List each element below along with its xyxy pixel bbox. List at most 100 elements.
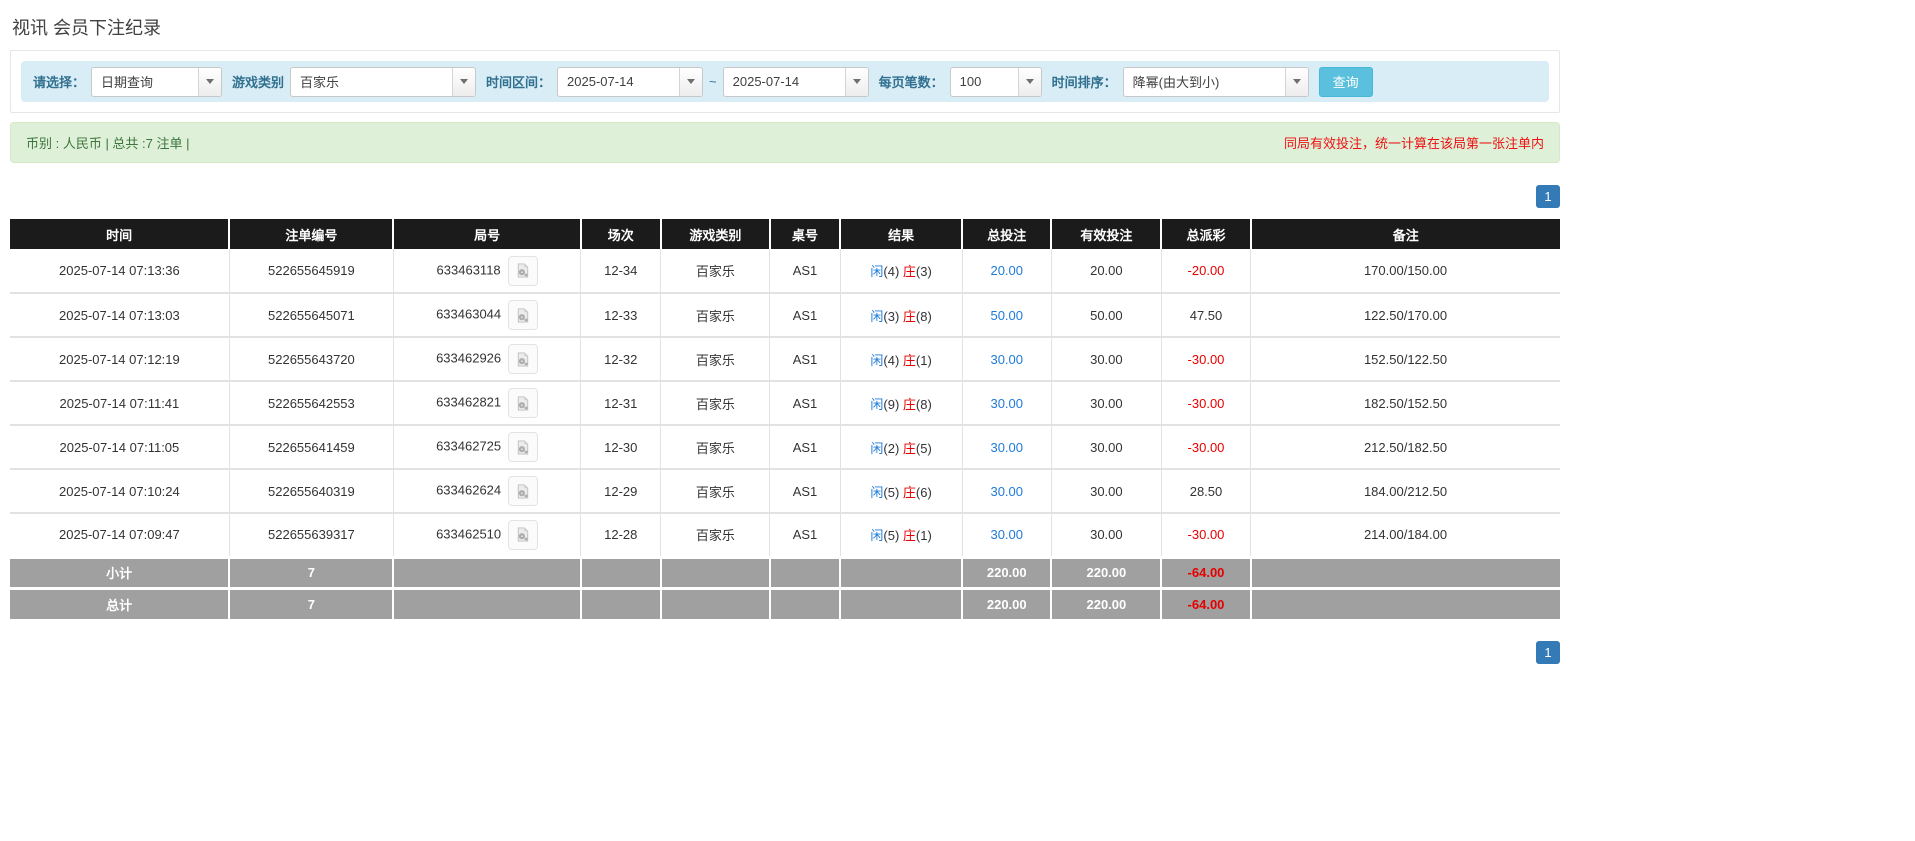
video-file-icon bbox=[517, 351, 529, 367]
date-to-value: 2025-07-14 bbox=[732, 74, 800, 89]
total-bet-link[interactable]: 30.00 bbox=[990, 484, 1023, 499]
cell-payout: -30.00 bbox=[1160, 380, 1252, 425]
cell-result: 闲(5) 庄(1) bbox=[839, 512, 963, 557]
page-title: 视讯 会员下注纪录 bbox=[12, 18, 162, 38]
chevron-down-icon[interactable] bbox=[1017, 67, 1041, 96]
video-replay-button[interactable] bbox=[508, 519, 539, 550]
cell-session: 12-32 bbox=[580, 336, 662, 381]
total-bet-link[interactable]: 30.00 bbox=[990, 396, 1023, 411]
date-to-select[interactable]: 2025-07-14 bbox=[722, 66, 869, 97]
payout-value: -30.00 bbox=[1187, 439, 1225, 455]
subtotal-payout: -64.00 bbox=[1161, 555, 1252, 588]
total-bet-link[interactable]: 50.00 bbox=[990, 308, 1023, 323]
total-bet-link[interactable]: 30.00 bbox=[990, 527, 1023, 542]
total-payout: -64.00 bbox=[1161, 586, 1252, 619]
total-bet-link[interactable]: 30.00 bbox=[990, 440, 1023, 455]
round-id-text: 633462725 bbox=[436, 438, 502, 454]
total-row: 总计 7 220.00 220.00 -64.00 bbox=[10, 586, 1560, 619]
table-row: 2025-07-14 07:11:41 522655642553 633462821… bbox=[10, 380, 1560, 425]
query-type-select[interactable]: 日期查询 bbox=[91, 66, 223, 97]
total-bet-link[interactable]: 20.00 bbox=[990, 263, 1023, 278]
page-container: 视讯 会员下注纪录 请选择： 日期查询 游戏类别 百家乐 时间区间： 2025-… bbox=[10, 14, 1560, 664]
cell-table-no: AS1 bbox=[769, 512, 841, 557]
cell-time: 2025-07-14 07:10:24 bbox=[10, 468, 230, 513]
game-type-select[interactable]: 百家乐 bbox=[290, 66, 477, 97]
total-bet-link[interactable]: 30.00 bbox=[990, 352, 1023, 367]
cell-table-no: AS1 bbox=[769, 424, 841, 469]
cell-round-id: 633462624 bbox=[392, 468, 582, 513]
cell-valid-bet: 30.00 bbox=[1050, 380, 1162, 425]
date-from-select[interactable]: 2025-07-14 bbox=[557, 66, 704, 97]
per-page-select[interactable]: 100 bbox=[949, 66, 1042, 97]
column-header: 总派彩 bbox=[1160, 219, 1251, 249]
subtotal-valid-bet: 220.00 bbox=[1051, 555, 1163, 588]
cell-payout: -30.00 bbox=[1160, 512, 1252, 557]
payout-value: -30.00 bbox=[1187, 395, 1225, 411]
time-sort-select[interactable]: 降幂(由大到小) bbox=[1122, 66, 1309, 97]
result-banker-label: 庄 bbox=[902, 264, 916, 279]
cell-remark: 122.50/170.00 bbox=[1250, 292, 1560, 337]
chevron-down-icon[interactable] bbox=[1284, 67, 1308, 96]
cell-bet-id: 522655641459 bbox=[228, 424, 394, 469]
cell-result: 闲(5) 庄(6) bbox=[839, 468, 963, 513]
total-table-no bbox=[769, 586, 842, 619]
chevron-down-icon[interactable] bbox=[198, 67, 222, 96]
cell-session: 12-34 bbox=[580, 249, 662, 293]
chevron-down-icon[interactable] bbox=[452, 67, 476, 96]
pagination-page-button[interactable]: 1 bbox=[1536, 185, 1560, 208]
subtotal-payout-value: -64.00 bbox=[1187, 565, 1225, 580]
cell-valid-bet: 30.00 bbox=[1050, 512, 1162, 557]
result-player-label: 闲 bbox=[870, 440, 884, 456]
cell-total-bet: 30.00 bbox=[961, 468, 1052, 513]
column-header: 有效投注 bbox=[1050, 219, 1162, 249]
cell-remark: 152.50/122.50 bbox=[1250, 336, 1560, 381]
subtotal-result bbox=[840, 555, 964, 588]
cell-game-type: 百家乐 bbox=[660, 292, 771, 337]
cell-table-no: AS1 bbox=[769, 292, 841, 337]
per-page-label: 每页笔数： bbox=[878, 75, 944, 90]
video-replay-button[interactable] bbox=[507, 255, 538, 286]
pagination-top: 1 bbox=[10, 185, 1560, 208]
column-header: 结果 bbox=[839, 219, 963, 249]
round-id-text: 633462926 bbox=[436, 350, 502, 366]
cell-payout: -20.00 bbox=[1160, 249, 1252, 293]
chevron-down-icon[interactable] bbox=[844, 67, 868, 96]
cell-bet-id: 522655645919 bbox=[228, 249, 394, 293]
cell-session: 12-29 bbox=[580, 468, 662, 513]
video-replay-button[interactable] bbox=[508, 344, 539, 374]
cell-round-id: 633463044 bbox=[392, 292, 582, 337]
filter-panel: 请选择： 日期查询 游戏类别 百家乐 时间区间： 2025-07-14 ~ 20… bbox=[10, 50, 1560, 113]
column-header: 注单编号 bbox=[228, 219, 394, 249]
video-replay-button[interactable] bbox=[508, 300, 539, 330]
search-button[interactable]: 查询 bbox=[1318, 66, 1373, 97]
cell-time: 2025-07-14 07:12:19 bbox=[10, 336, 230, 381]
result-banker-label: 庄 bbox=[902, 396, 916, 412]
total-payout-value: -64.00 bbox=[1187, 596, 1225, 612]
video-file-icon bbox=[517, 263, 528, 278]
chevron-down-icon[interactable] bbox=[679, 67, 703, 96]
video-file-icon bbox=[517, 307, 529, 323]
cell-result: 闲(9) 庄(8) bbox=[839, 380, 963, 425]
payout-value: 28.50 bbox=[1189, 483, 1223, 499]
cell-bet-id: 522655639317 bbox=[228, 512, 394, 557]
pagination-page-button[interactable]: 1 bbox=[1536, 641, 1560, 664]
video-file-icon bbox=[517, 527, 529, 542]
cell-game-type: 百家乐 bbox=[660, 380, 771, 425]
subtotal-row: 小计 7 220.00 220.00 -64.00 bbox=[10, 555, 1560, 588]
cell-total-bet: 30.00 bbox=[961, 336, 1052, 381]
total-total-bet: 220.00 bbox=[962, 586, 1053, 619]
cell-time: 2025-07-14 07:11:05 bbox=[10, 424, 230, 469]
column-header: 备注 bbox=[1249, 219, 1560, 249]
round-id-text: 633462624 bbox=[436, 482, 502, 498]
column-header: 总投注 bbox=[961, 219, 1052, 249]
cell-payout: -30.00 bbox=[1160, 424, 1252, 469]
column-header: 场次 bbox=[579, 219, 661, 249]
video-replay-button[interactable] bbox=[508, 432, 539, 462]
cell-game-type: 百家乐 bbox=[660, 336, 771, 381]
cell-payout: 47.50 bbox=[1160, 292, 1252, 337]
video-replay-button[interactable] bbox=[508, 388, 539, 418]
video-replay-button[interactable] bbox=[508, 476, 539, 506]
cell-result: 闲(4) 庄(1) bbox=[839, 336, 963, 381]
round-id-text: 633463044 bbox=[436, 306, 502, 322]
table-row: 2025-07-14 07:11:05 522655641459 633462725… bbox=[10, 424, 1560, 469]
